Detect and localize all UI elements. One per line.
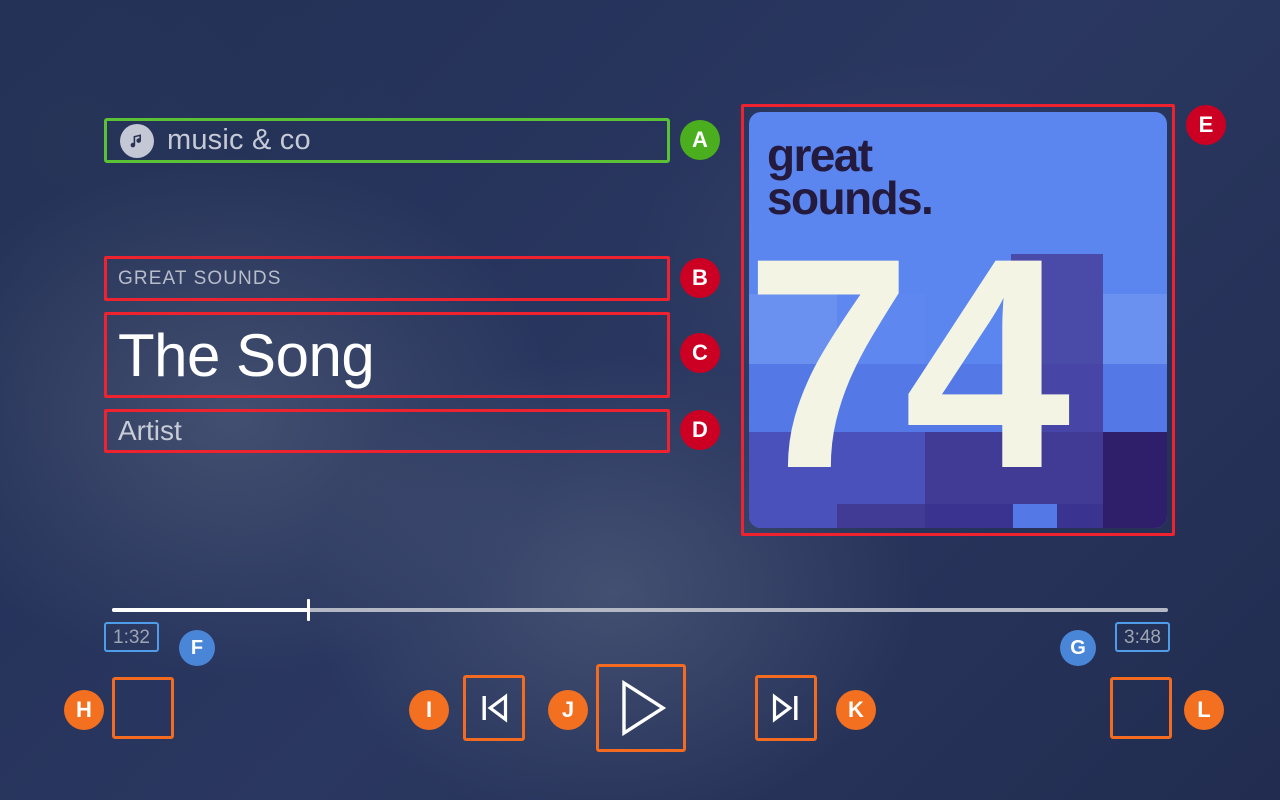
repeat-button[interactable] [1110,677,1172,739]
annotation-badge-b: B [680,258,720,298]
album-label: GREAT SOUNDS [118,267,282,289]
annotation-badge-f: F [179,630,215,666]
brand-name: music & co [167,124,311,156]
play-icon [622,679,667,737]
progress-fill [112,608,309,612]
annotation-badge-h: H [64,690,104,730]
artist-name-box[interactable]: Artist [104,409,670,453]
track-title: The Song [118,321,375,389]
music-player-screen: music & co GREAT SOUNDS The Song Artist [0,0,1280,800]
next-button[interactable] [755,675,817,741]
album-label-box[interactable]: GREAT SOUNDS [104,256,670,301]
elapsed-time-box: 1:32 [104,622,159,652]
annotation-badge-i: I [409,690,449,730]
progress-slider[interactable] [112,599,1168,621]
album-art-image: great sounds. 74 [749,112,1167,528]
total-time-box: 3:48 [1115,622,1170,652]
annotation-badge-l: L [1184,690,1224,730]
annotation-badge-e: E [1186,105,1226,145]
next-track-icon [772,693,798,723]
music-note-icon [120,123,154,158]
annotation-badge-j: J [548,690,588,730]
progress-handle[interactable] [306,599,310,621]
play-button[interactable] [596,664,686,752]
annotation-badge-d: D [680,410,720,450]
track-info-column: music & co GREAT SOUNDS The Song Artist [104,0,670,800]
album-art-brand-line-1: great [767,129,873,181]
album-art[interactable]: great sounds. 74 [741,104,1175,536]
brand-bar[interactable]: music & co [104,118,670,163]
shuffle-button[interactable] [112,677,174,739]
track-title-box[interactable]: The Song [104,312,670,398]
annotation-badge-k: K [836,690,876,730]
annotation-badge-c: C [680,333,720,373]
total-time: 3:48 [1124,626,1161,648]
annotation-badge-g: G [1060,630,1096,666]
annotation-badge-a: A [680,120,720,160]
elapsed-time: 1:32 [113,626,150,648]
previous-track-icon [482,693,508,723]
previous-button[interactable] [463,675,525,741]
artist-name: Artist [118,415,182,446]
album-art-number: 74 [749,195,1071,528]
